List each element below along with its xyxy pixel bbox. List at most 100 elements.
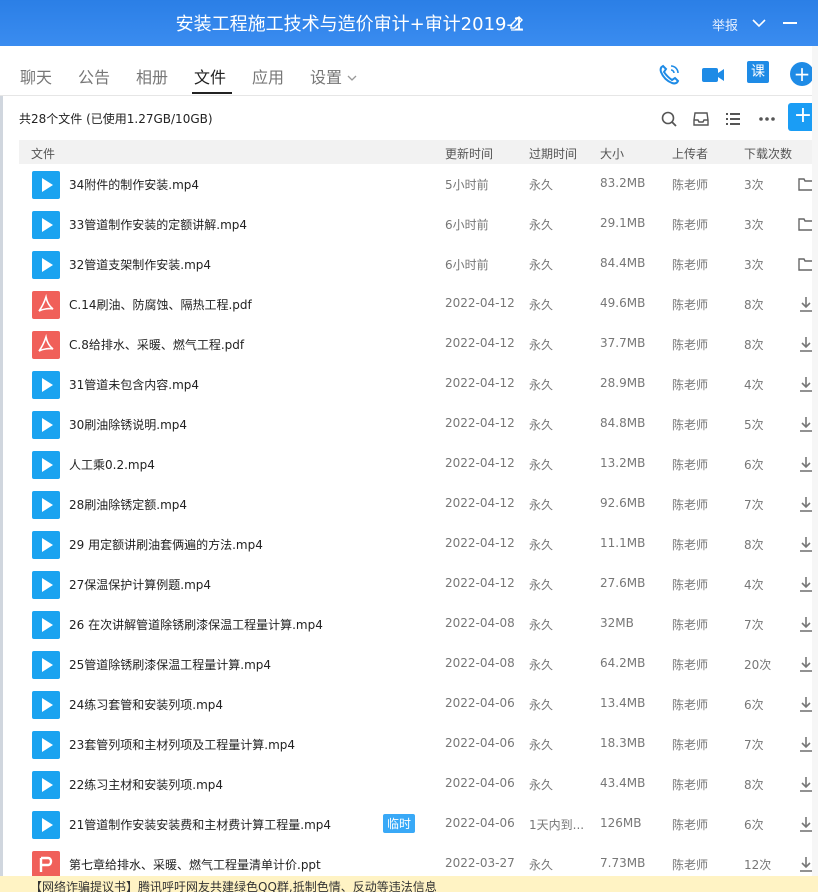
file-name[interactable]: 29 用定额讲刷油套俩遍的方法.mp4 (69, 536, 263, 553)
security-notice[interactable]: 【网络诈骗提议书】腾讯呼吁网友共建绿色QQ群,抵制色情、反动等违法信息 (0, 876, 818, 892)
file-row[interactable]: 22练习主材和安装列项.mp4 2022-04-06 永久 43.4MB 陈老师 8次 (19, 764, 818, 804)
file-row[interactable]: C.8给排水、采暖、燃气工程.pdf 2022-04-12 永久 37.7MB 陈老师 8… (19, 324, 818, 364)
tab-settings-label: 设置 (310, 68, 343, 87)
file-size: 7.73MB (600, 856, 646, 870)
file-updated: 2022-04-06 (445, 776, 515, 790)
list-view-icon[interactable] (724, 110, 742, 128)
file-uploader: 陈老师 (672, 418, 709, 432)
file-name[interactable]: 21管道制作安装安装费和主材费计算工程量.mp4 (69, 816, 331, 833)
video-file-icon (32, 651, 60, 679)
file-row[interactable]: 24练习套管和安装列项.mp4 2022-04-06 永久 13.4MB 陈老师 6次 (19, 684, 818, 724)
file-row[interactable]: 32管道支架制作安装.mp4 6小时前 永久 84.4MB 陈老师 3次 (19, 244, 818, 284)
file-name[interactable]: 28刷油除锈定额.mp4 (69, 496, 187, 513)
report-link[interactable]: 举报 (712, 15, 738, 34)
more-icon[interactable] (758, 110, 776, 128)
file-expires: 永久 (529, 458, 554, 472)
file-name[interactable]: 26 在次讲解管道除锈刷漆保温工程量计算.mp4 (69, 616, 323, 633)
pdf-file-icon (32, 331, 60, 359)
edit-icon[interactable] (508, 14, 526, 32)
file-downloads: 20次 (744, 658, 772, 672)
file-name[interactable]: 第七章给排水、采暖、燃气工程量清单计价.ppt (69, 856, 321, 873)
file-name[interactable]: 32管道支架制作安装.mp4 (69, 256, 211, 273)
scrollbar[interactable] (812, 46, 818, 876)
file-size: 92.6MB (600, 496, 646, 510)
tab-announcement[interactable]: 公告 (78, 64, 110, 88)
file-row[interactable]: 34附件的制作安装.mp4 5小时前 永久 83.2MB 陈老师 3次 (19, 164, 818, 204)
file-row[interactable]: 25管道除锈刷漆保温工程量计算.mp4 2022-04-08 永久 64.2MB 陈老师… (19, 644, 818, 684)
tab-bar: 聊天 公告 相册 文件 应用 设置 (0, 46, 818, 96)
window-edge (0, 0, 3, 892)
column-uploader[interactable]: 上传者 (672, 145, 708, 162)
file-row[interactable]: 31管道未包含内容.mp4 2022-04-12 永久 28.9MB 陈老师 4次 (19, 364, 818, 404)
tab-album[interactable]: 相册 (136, 64, 168, 88)
file-name[interactable]: 25管道除锈刷漆保温工程量计算.mp4 (69, 656, 271, 673)
file-uploader: 陈老师 (672, 818, 709, 832)
minimize-button[interactable] (783, 22, 797, 24)
tab-chat[interactable]: 聊天 (20, 64, 52, 88)
column-updated[interactable]: 更新时间 (445, 145, 493, 162)
file-size: 28.9MB (600, 376, 646, 390)
file-row[interactable]: 21管道制作安装安装费和主材费计算工程量.mp4 临时 2022-04-06 1天内到… (19, 804, 818, 844)
file-uploader: 陈老师 (672, 698, 709, 712)
file-name[interactable]: 23套管列项和主材列项及工程量计算.mp4 (69, 736, 295, 753)
title-bar: 安装工程施工技术与造价审计+审计2019-1 举报 (0, 0, 818, 46)
file-uploader: 陈老师 (672, 658, 709, 672)
file-row[interactable]: 23套管列项和主材列项及工程量计算.mp4 2022-04-06 永久 18.3MB 陈… (19, 724, 818, 764)
file-updated: 2022-04-12 (445, 456, 515, 470)
file-name[interactable]: 24练习套管和安装列项.mp4 (69, 696, 223, 713)
file-expires: 永久 (529, 538, 554, 552)
file-name[interactable]: 30刷油除锈说明.mp4 (69, 416, 187, 433)
video-call-icon[interactable] (700, 62, 726, 88)
file-name[interactable]: 22练习主材和安装列项.mp4 (69, 776, 223, 793)
file-downloads: 7次 (744, 498, 764, 512)
file-expires: 永久 (529, 178, 554, 192)
file-name[interactable]: C.14刷油、防腐蚀、隔热工程.pdf (69, 296, 252, 313)
file-row[interactable]: 人工乘0.2.mp4 2022-04-12 永久 13.2MB 陈老师 6次 (19, 444, 818, 484)
file-updated: 6小时前 (445, 258, 489, 272)
file-size: 49.6MB (600, 296, 646, 310)
file-size: 126MB (600, 816, 642, 830)
file-size: 18.3MB (600, 736, 646, 750)
file-expires: 永久 (529, 778, 554, 792)
video-file-icon (32, 171, 60, 199)
file-row[interactable]: 30刷油除锈说明.mp4 2022-04-12 永久 84.8MB 陈老师 5次 (19, 404, 818, 444)
file-row[interactable]: C.14刷油、防腐蚀、隔热工程.pdf 2022-04-12 永久 49.6MB 陈老师… (19, 284, 818, 324)
video-file-icon (32, 611, 60, 639)
file-updated: 2022-04-12 (445, 536, 515, 550)
active-tab-indicator (192, 92, 232, 94)
file-name[interactable]: C.8给排水、采暖、燃气工程.pdf (69, 336, 244, 353)
file-size: 11.1MB (600, 536, 646, 550)
file-row[interactable]: 33管道制作安装的定额讲解.mp4 6小时前 永久 29.1MB 陈老师 3次 (19, 204, 818, 244)
file-name[interactable]: 33管道制作安装的定额讲解.mp4 (69, 216, 247, 233)
video-file-icon (32, 371, 60, 399)
file-name[interactable]: 人工乘0.2.mp4 (69, 456, 155, 473)
file-row[interactable]: 27保温保护计算例题.mp4 2022-04-12 永久 27.6MB 陈老师 4次 (19, 564, 818, 604)
column-downloads[interactable]: 下载次数 (744, 145, 792, 162)
tab-files[interactable]: 文件 (194, 64, 226, 88)
tab-settings[interactable]: 设置 (310, 64, 358, 88)
file-row[interactable]: 28刷油除锈定额.mp4 2022-04-12 永久 92.6MB 陈老师 7次 (19, 484, 818, 524)
phone-icon[interactable] (656, 62, 682, 88)
search-icon[interactable] (660, 110, 678, 128)
file-size: 83.2MB (600, 176, 646, 190)
chevron-down-icon[interactable] (751, 16, 767, 30)
column-size[interactable]: 大小 (600, 145, 624, 162)
add-button[interactable]: + (790, 62, 814, 86)
file-size: 29.1MB (600, 216, 646, 230)
file-row[interactable]: 29 用定额讲刷油套俩遍的方法.mp4 2022-04-12 永久 11.1MB 陈老师… (19, 524, 818, 564)
column-expires[interactable]: 过期时间 (529, 145, 577, 162)
inbox-icon[interactable] (692, 110, 710, 128)
group-title: 安装工程施工技术与造价审计+审计2019-1 (175, 14, 525, 35)
file-downloads: 4次 (744, 578, 764, 592)
file-name[interactable]: 27保温保护计算例题.mp4 (69, 576, 211, 593)
file-uploader: 陈老师 (672, 578, 709, 592)
file-name[interactable]: 34附件的制作安装.mp4 (69, 176, 199, 193)
file-name[interactable]: 31管道未包含内容.mp4 (69, 376, 199, 393)
file-downloads: 8次 (744, 778, 764, 792)
column-name[interactable]: 文件 (31, 145, 55, 162)
file-updated: 2022-04-12 (445, 336, 515, 350)
file-row[interactable]: 26 在次讲解管道除锈刷漆保温工程量计算.mp4 2022-04-08 永久 32MB… (19, 604, 818, 644)
tab-apps[interactable]: 应用 (252, 64, 284, 88)
course-button[interactable]: 课 (747, 61, 769, 83)
file-updated: 6小时前 (445, 218, 489, 232)
